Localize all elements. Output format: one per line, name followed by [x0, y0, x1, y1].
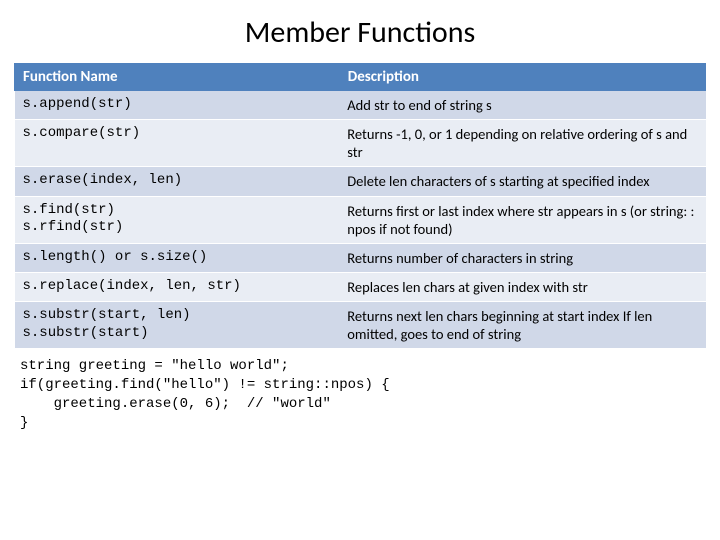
code-sample: string greeting = "hello world"; if(gree…	[14, 349, 706, 433]
desc-cell: Returns first or last index where str ap…	[339, 196, 705, 243]
functions-table: Function Name Description s.append(str) …	[14, 63, 706, 349]
fn-cell: s.substr(start, len) s.substr(start)	[15, 302, 340, 349]
table-header-row: Function Name Description	[15, 64, 706, 91]
desc-cell: Returns next len chars beginning at star…	[339, 302, 705, 349]
fn-cell: s.replace(index, len, str)	[15, 272, 340, 301]
table-row: s.replace(index, len, str) Replaces len …	[15, 272, 706, 301]
fn-cell: s.erase(index, len)	[15, 167, 340, 196]
fn-cell: s.find(str) s.rfind(str)	[15, 196, 340, 243]
desc-cell: Delete len characters of s starting at s…	[339, 167, 705, 196]
table-row: s.length() or s.size() Returns number of…	[15, 243, 706, 272]
fn-cell: s.compare(str)	[15, 120, 340, 167]
header-function-name: Function Name	[15, 64, 340, 91]
page-title: Member Functions	[14, 14, 706, 51]
table-row: s.append(str) Add str to end of string s	[15, 91, 706, 120]
table-row: s.substr(start, len) s.substr(start) Ret…	[15, 302, 706, 349]
desc-cell: Add str to end of string s	[339, 91, 705, 120]
desc-cell: Returns number of characters in string	[339, 243, 705, 272]
table-row: s.find(str) s.rfind(str) Returns first o…	[15, 196, 706, 243]
header-description: Description	[339, 64, 705, 91]
desc-cell: Replaces len chars at given index with s…	[339, 272, 705, 301]
fn-cell: s.length() or s.size()	[15, 243, 340, 272]
table-row: s.erase(index, len) Delete len character…	[15, 167, 706, 196]
table-row: s.compare(str) Returns -1, 0, or 1 depen…	[15, 120, 706, 167]
fn-cell: s.append(str)	[15, 91, 340, 120]
desc-cell: Returns -1, 0, or 1 depending on relativ…	[339, 120, 705, 167]
